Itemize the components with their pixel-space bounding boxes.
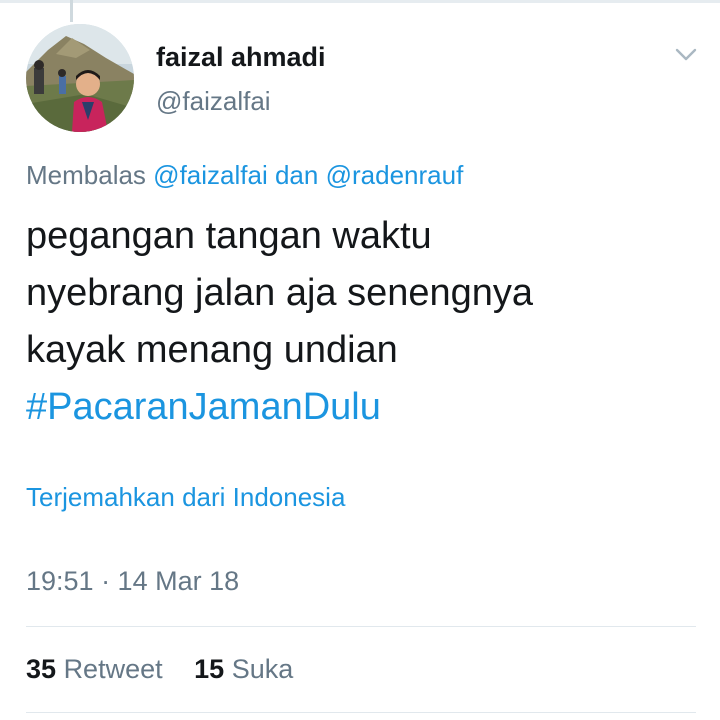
like-count: 15 — [194, 654, 225, 684]
retweet-stat[interactable]: 35 Retweet — [26, 654, 170, 684]
reply-prefix: Membalas — [26, 160, 146, 190]
author-handle[interactable]: @faizalfai — [156, 86, 271, 117]
chevron-down-icon[interactable] — [672, 40, 700, 68]
avatar[interactable] — [26, 24, 134, 132]
thread-connector-line — [70, 0, 73, 22]
like-stat[interactable]: 15 Suka — [194, 654, 293, 684]
top-divider — [0, 0, 720, 3]
mention-link[interactable]: @faizalfai — [153, 160, 268, 190]
reply-joiner: dan — [274, 160, 319, 190]
author-name[interactable]: faizal ahmadi — [156, 42, 326, 73]
tweet-text-line: pegangan tangan waktu — [26, 215, 432, 257]
tweet-text: pegangan tangan waktu nyebrang jalan aja… — [26, 208, 696, 436]
mention-link[interactable]: @radenrauf — [326, 160, 464, 190]
divider — [26, 626, 696, 627]
tweet-text-line: nyebrang jalan aja senengnya — [26, 272, 534, 314]
tweet-stats: 35 Retweet 15 Suka — [26, 654, 293, 685]
tweet-text-line: kayak menang undian — [26, 329, 398, 371]
hashtag-link[interactable]: #PacaranJamanDulu — [26, 379, 696, 436]
retweet-label: Retweet — [63, 654, 163, 684]
retweet-count: 35 — [26, 654, 57, 684]
like-label: Suka — [231, 654, 294, 684]
translate-link[interactable]: Terjemahkan dari Indonesia — [26, 482, 345, 513]
divider — [26, 712, 696, 713]
tweet-timestamp[interactable]: 19:51 · 14 Mar 18 — [26, 566, 239, 597]
reply-context: Membalas @faizalfai dan @radenrauf — [26, 160, 463, 191]
